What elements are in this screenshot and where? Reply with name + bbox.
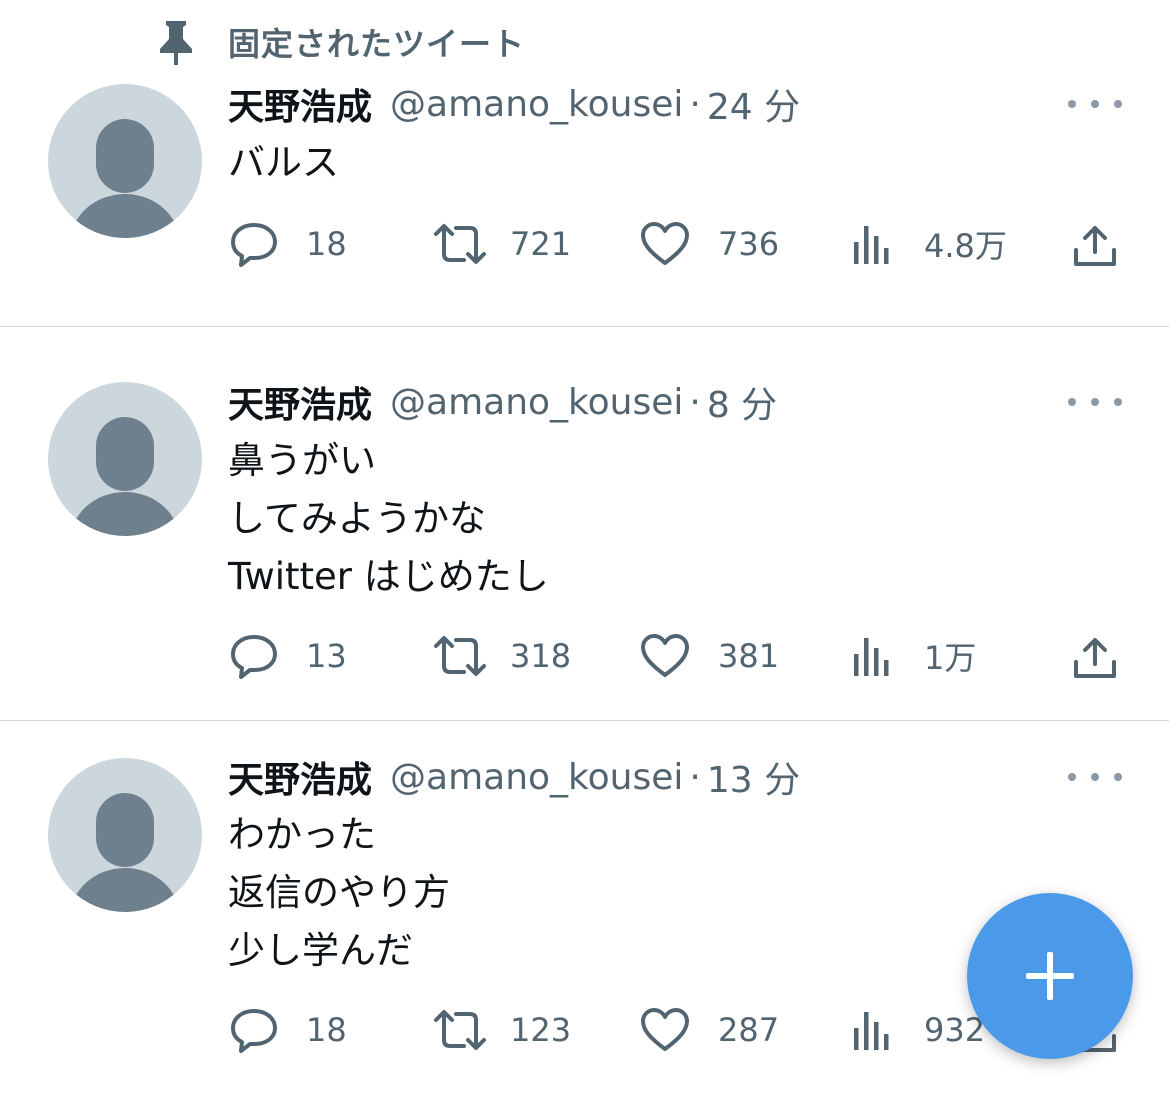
tweet-text-line: バルス <box>228 141 339 184</box>
reply-count: 13 <box>306 637 347 675</box>
divider <box>0 326 1169 327</box>
separator-dot: · <box>689 381 701 423</box>
retweet-icon <box>434 224 486 264</box>
like-count: 736 <box>718 225 780 263</box>
tweet-text-line: 返信のやり方 <box>228 871 450 914</box>
timestamp[interactable]: 13 分 <box>707 751 800 803</box>
separator-dot: · <box>689 756 701 798</box>
like-button[interactable]: 736 <box>640 214 779 274</box>
reply-icon <box>231 1009 277 1053</box>
tweet-text-line: してみようかな <box>228 497 486 540</box>
views-icon <box>854 1012 889 1050</box>
pinned-tweet-label: 固定されたツイート <box>154 18 525 66</box>
like-button[interactable]: 287 <box>640 1000 779 1060</box>
more-icon[interactable] <box>1068 382 1122 422</box>
reply-button[interactable]: 18 <box>230 214 347 274</box>
views-count: 4.8万 <box>924 227 1007 265</box>
tweet-actions: 13 318 381 1万 <box>0 626 1169 686</box>
views-button[interactable]: 1万 <box>852 626 976 686</box>
plus-icon <box>1026 952 1074 1000</box>
tweet-text-line: 鼻うがい <box>228 439 376 482</box>
avatar[interactable] <box>48 758 202 912</box>
tweet-header: 天野浩成 @amano_kousei · 13 分 <box>228 752 800 802</box>
share-icon <box>1074 226 1116 266</box>
tweet-text-line: わかった <box>228 813 376 856</box>
more-icon[interactable] <box>1068 84 1122 124</box>
reply-count: 18 <box>306 1011 347 1049</box>
like-button[interactable]: 381 <box>640 626 779 686</box>
display-name[interactable]: 天野浩成 <box>228 376 372 428</box>
avatar[interactable] <box>48 382 202 536</box>
views-count: 932 <box>924 1011 986 1049</box>
heart-icon <box>641 634 689 677</box>
retweet-button[interactable]: 123 <box>432 1000 571 1060</box>
retweet-icon <box>434 1010 486 1050</box>
reply-icon <box>231 635 277 679</box>
tweet-text-line: Twitter はじめたし <box>228 555 549 598</box>
retweet-button[interactable]: 318 <box>432 626 571 686</box>
heart-icon <box>641 1008 689 1051</box>
more-icon[interactable] <box>1068 757 1122 797</box>
tweet-actions: 18 721 736 4.8万 <box>0 214 1169 274</box>
tweet-header: 天野浩成 @amano_kousei · 24 分 <box>228 79 800 129</box>
share-button[interactable] <box>1072 636 1118 684</box>
divider <box>0 720 1169 721</box>
views-count: 1万 <box>924 639 977 677</box>
display-name[interactable]: 天野浩成 <box>228 78 372 130</box>
pinned-label-text: 固定されたツイート <box>228 25 526 63</box>
heart-icon <box>641 222 689 265</box>
user-handle[interactable]: @amano_kousei <box>390 757 683 798</box>
like-count: 381 <box>718 637 780 675</box>
share-button[interactable] <box>1072 224 1118 272</box>
tweet-text: わかった 返信のやり方 少し学んだ <box>228 806 450 980</box>
retweet-icon <box>434 636 486 676</box>
like-count: 287 <box>718 1011 780 1049</box>
tweet-text: バルス <box>228 134 339 192</box>
reply-icon <box>231 223 277 267</box>
views-icon <box>854 638 889 676</box>
views-button[interactable]: 4.8万 <box>852 214 1007 274</box>
display-name[interactable]: 天野浩成 <box>228 751 372 803</box>
user-handle[interactable]: @amano_kousei <box>390 84 683 125</box>
tweet-text-line: 少し学んだ <box>228 929 413 972</box>
pin-icon <box>154 18 198 66</box>
user-handle[interactable]: @amano_kousei <box>390 382 683 423</box>
share-icon <box>1074 638 1116 678</box>
reply-button[interactable]: 18 <box>230 1000 347 1060</box>
reply-button[interactable]: 13 <box>230 626 347 686</box>
tweet-header: 天野浩成 @amano_kousei · 8 分 <box>228 377 777 427</box>
retweet-button[interactable]: 721 <box>432 214 571 274</box>
timestamp[interactable]: 8 分 <box>707 376 777 428</box>
retweet-count: 123 <box>510 1011 572 1049</box>
compose-button[interactable] <box>967 893 1133 1059</box>
timestamp[interactable]: 24 分 <box>707 78 800 130</box>
retweet-count: 318 <box>510 637 572 675</box>
separator-dot: · <box>689 83 701 125</box>
views-icon <box>854 226 889 264</box>
views-button[interactable]: 932 <box>852 1000 985 1060</box>
retweet-count: 721 <box>510 225 572 263</box>
reply-count: 18 <box>306 225 347 263</box>
tweet-text: 鼻うがい してみようかな Twitter はじめたし <box>228 432 549 606</box>
